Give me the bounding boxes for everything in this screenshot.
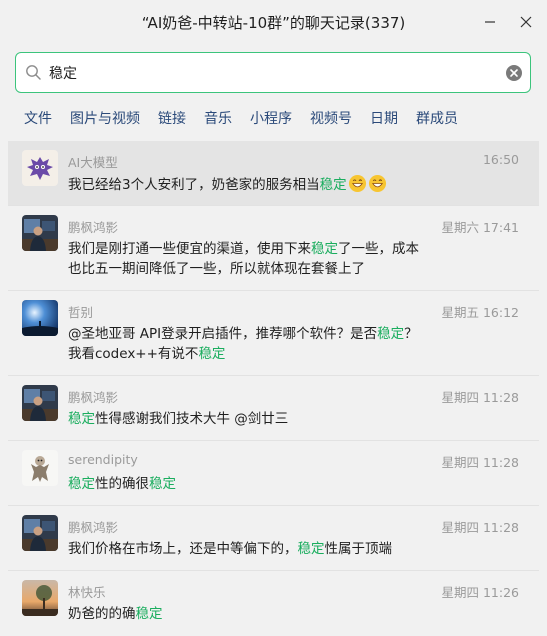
message-time: 星期四 11:28 bbox=[441, 390, 520, 405]
filter-members[interactable]: 群成员 bbox=[416, 108, 458, 130]
sender-name: 鹏枫鸿影 bbox=[68, 520, 119, 535]
filter-links[interactable]: 链接 bbox=[158, 108, 186, 130]
message-list: AI大模型 16:50 我已经给3个人安利了，奶爸家的服务相当稳定 鹏枫鸿影 星… bbox=[8, 141, 539, 636]
message-item[interactable]: 鹏枫鸿影 星期六 17:41 我们是刚打通一些便宜的渠道，使用下来稳定了一些，成… bbox=[8, 206, 539, 291]
message-text: 我们价格在市场上，还是中等偏下的，稳定性属于顶端 bbox=[68, 539, 428, 559]
filter-images-videos[interactable]: 图片与视频 bbox=[70, 108, 140, 130]
sender-name: 鹏枫鸿影 bbox=[68, 390, 119, 405]
filter-tabs: 文件 图片与视频 链接 音乐 小程序 视频号 日期 群成员 bbox=[24, 108, 476, 130]
message-time: 星期四 11:26 bbox=[441, 585, 520, 600]
sender-name: 林快乐 bbox=[68, 585, 106, 600]
highlight-keyword: 稳定 bbox=[377, 326, 405, 342]
search-icon bbox=[26, 65, 41, 80]
sunset-tree-avatar-icon bbox=[22, 580, 58, 616]
text-segment: 我们是刚打通一些便宜的渠道，使用下来 bbox=[68, 241, 311, 257]
person-at-desk-avatar-icon bbox=[22, 385, 58, 421]
message-item[interactable]: AI大模型 16:50 我已经给3个人安利了，奶爸家的服务相当稳定 bbox=[8, 141, 539, 206]
highlight-keyword: 稳定 bbox=[68, 476, 95, 492]
sketch-figure-avatar-icon bbox=[22, 450, 58, 486]
highlight-keyword: 稳定 bbox=[311, 241, 338, 257]
close-icon bbox=[520, 16, 532, 28]
message-time: 16:50 bbox=[482, 152, 519, 167]
text-segment: @圣地亚哥 API登录开启插件，推荐哪个软件？是否 bbox=[68, 326, 378, 342]
message-time: 星期四 11:28 bbox=[441, 520, 520, 535]
message-time: 星期四 11:28 bbox=[441, 455, 520, 470]
message-item[interactable]: 鹏枫鸿影 星期四 11:28 稳定性得感谢我们技术大牛 @剑廿三 bbox=[8, 376, 539, 441]
filter-music[interactable]: 音乐 bbox=[204, 108, 232, 130]
message-text: 我们是刚打通一些便宜的渠道，使用下来稳定了一些，成本也比五一期间降低了一些，所以… bbox=[68, 239, 428, 279]
search-box[interactable] bbox=[15, 52, 531, 93]
sender-name: 鹏枫鸿影 bbox=[68, 220, 119, 235]
text-segment: 性属于顶端 bbox=[324, 541, 393, 557]
message-item[interactable]: serendipity 星期四 11:28 稳定性的确很稳定 bbox=[8, 441, 539, 506]
message-text: 奶爸的的确稳定 bbox=[68, 604, 428, 624]
window-title: “AI奶爸-中转站-10群”的聊天记录(337) bbox=[141, 13, 406, 32]
message-item[interactable]: 林快乐 星期四 11:26 奶爸的的确稳定 bbox=[8, 571, 539, 636]
highlight-keyword: 稳定 bbox=[149, 476, 176, 492]
search-input[interactable] bbox=[49, 60, 489, 86]
highlight-keyword: 稳定 bbox=[198, 346, 226, 362]
text-segment: 性得感谢我们技术大牛 @剑廿三 bbox=[95, 411, 289, 427]
sender-name: serendipity bbox=[68, 452, 138, 467]
filter-channels[interactable]: 视频号 bbox=[310, 108, 352, 130]
text-segment: 我已经给3个人安利了，奶爸家的服务相当 bbox=[68, 177, 320, 193]
starry-sky-avatar-icon bbox=[22, 300, 58, 336]
minimize-button[interactable] bbox=[476, 8, 504, 36]
grin-emoji-icon bbox=[368, 174, 386, 193]
text-segment: 性的确很 bbox=[95, 476, 149, 492]
text-segment: 我们价格在市场上，还是中等偏下的， bbox=[68, 541, 298, 557]
title-bar: “AI奶爸-中转站-10群”的聊天记录(337) bbox=[0, 0, 547, 44]
highlight-keyword: 稳定 bbox=[297, 541, 325, 557]
person-at-desk-avatar-icon bbox=[22, 515, 58, 551]
clear-search-icon[interactable] bbox=[505, 64, 523, 82]
message-item[interactable]: 哲别 星期五 16:12 @圣地亚哥 API登录开启插件，推荐哪个软件？是否稳定… bbox=[8, 291, 539, 376]
filter-files[interactable]: 文件 bbox=[24, 108, 52, 130]
minimize-icon bbox=[485, 21, 495, 23]
purple-monster-avatar-icon bbox=[22, 150, 58, 186]
message-item[interactable]: 鹏枫鸿影 星期四 11:28 我们价格在市场上，还是中等偏下的，稳定性属于顶端 bbox=[8, 506, 539, 571]
message-time: 星期五 16:12 bbox=[441, 305, 520, 320]
person-at-desk-avatar-icon bbox=[22, 215, 58, 251]
grin-emoji-icon bbox=[348, 174, 366, 193]
highlight-keyword: 稳定 bbox=[135, 606, 163, 622]
close-button[interactable] bbox=[512, 8, 540, 36]
filter-mini-programs[interactable]: 小程序 bbox=[250, 108, 292, 130]
sender-name: AI大模型 bbox=[68, 155, 118, 170]
highlight-keyword: 稳定 bbox=[68, 411, 95, 427]
sender-name: 哲别 bbox=[68, 305, 94, 320]
highlight-keyword: 稳定 bbox=[319, 177, 347, 193]
message-time: 星期六 17:41 bbox=[441, 220, 520, 235]
message-text: 稳定性得感谢我们技术大牛 @剑廿三 bbox=[68, 409, 428, 429]
message-text: 我已经给3个人安利了，奶爸家的服务相当稳定 bbox=[68, 174, 468, 195]
message-text: @圣地亚哥 API登录开启插件，推荐哪个软件？是否稳定？我看codex++有说不… bbox=[68, 324, 428, 364]
filter-date[interactable]: 日期 bbox=[370, 108, 398, 130]
text-segment: 奶爸的的确 bbox=[68, 606, 136, 622]
message-text: 稳定性的确很稳定 bbox=[68, 474, 428, 494]
